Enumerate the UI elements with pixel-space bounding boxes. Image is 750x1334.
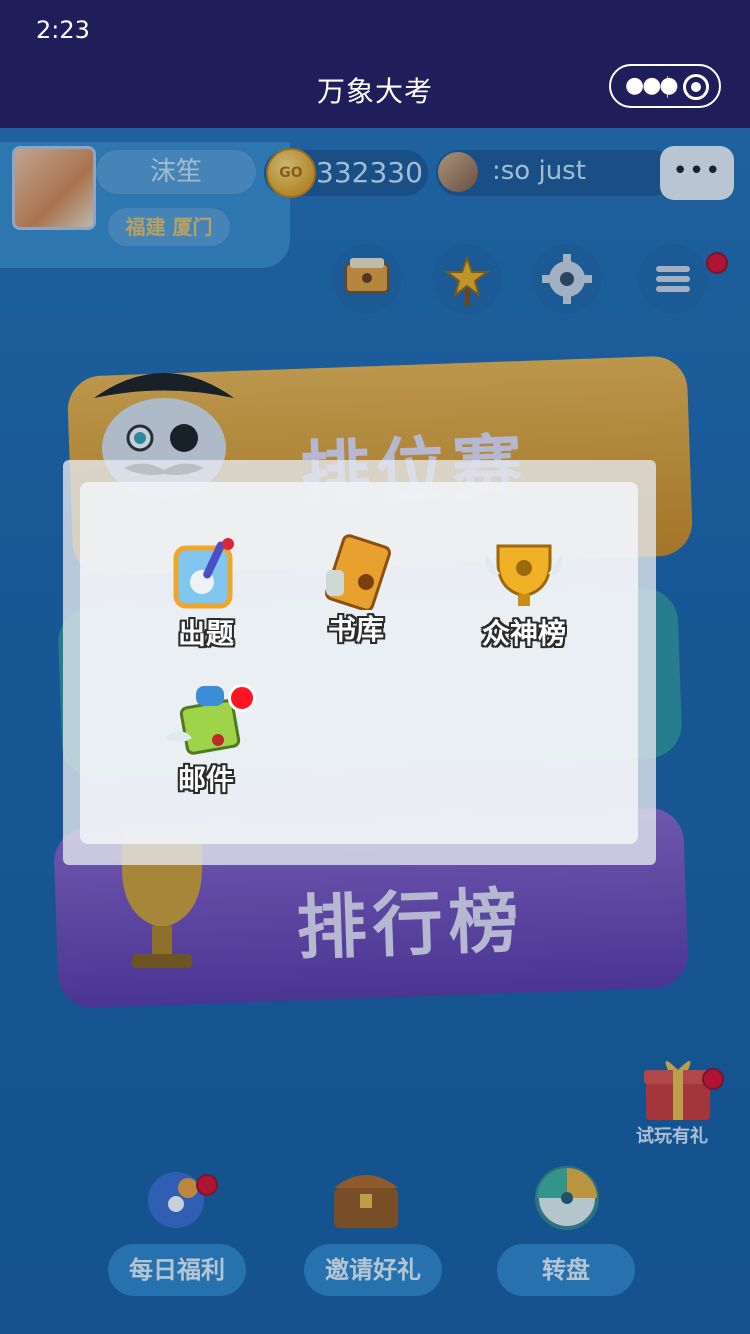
menu-item-create-question[interactable]: 出题: [136, 534, 276, 674]
menu-modal-body: 出题 书库 众神榜 邮件: [80, 482, 638, 844]
mini-program-capsule: ●●●: [609, 64, 721, 108]
golden-trophy-icon: [485, 544, 563, 606]
menu-item-god-ranking[interactable]: 众神榜: [454, 534, 594, 674]
capsule-divider: [667, 76, 668, 98]
menu-label-mail: 邮件: [177, 763, 234, 796]
menu-item-library[interactable]: 书库: [286, 530, 426, 670]
book-stack-icon: [325, 534, 391, 610]
nav-bar: 万象大考 ●●●: [0, 64, 750, 128]
more-dots-icon[interactable]: ●●●: [625, 74, 679, 98]
menu-label-god-ranking: 众神榜: [481, 617, 566, 650]
menu-item-mail[interactable]: 邮件: [136, 680, 276, 820]
status-time: 2:23: [36, 16, 90, 44]
menu-label-create-question: 出题: [177, 617, 234, 650]
status-bar: 2:23: [0, 0, 750, 64]
mail-badge-dot: [228, 684, 256, 712]
scroll-quill-icon: [173, 538, 234, 609]
menu-label-library: 书库: [327, 613, 384, 646]
target-close-icon[interactable]: [683, 74, 709, 100]
